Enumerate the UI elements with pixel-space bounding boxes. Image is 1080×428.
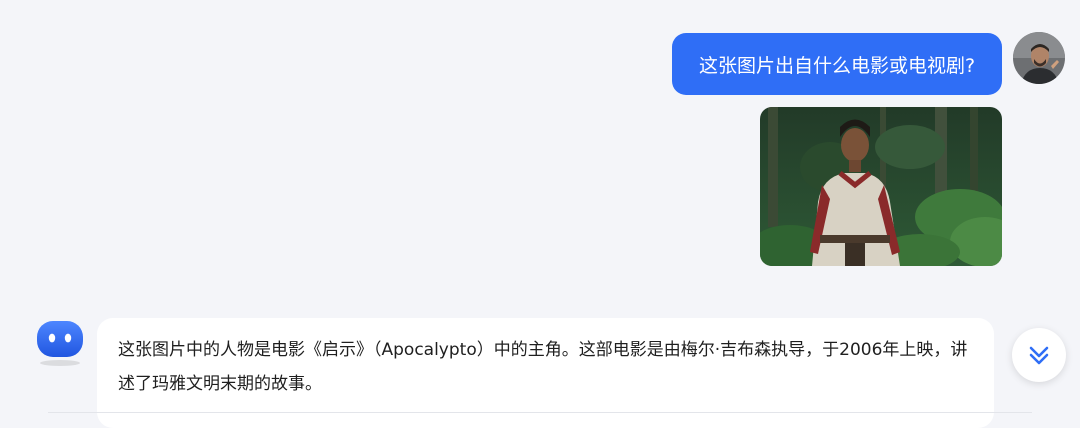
bot-answer-text: 这张图片中的人物是电影《启示》（Apocalypto）中的主角。这部电影是由梅尔…: [118, 340, 968, 394]
footer-divider: [48, 412, 1032, 413]
user-message-bubble: 这张图片出自什么电影或电视剧?: [672, 33, 1002, 95]
scroll-to-bottom-button[interactable]: [1012, 328, 1066, 382]
bot-face-icon: [36, 320, 84, 366]
double-chevron-down-icon: [1029, 346, 1049, 365]
user-avatar[interactable]: [1013, 32, 1065, 84]
user-message-text: 这张图片出自什么电影或电视剧?: [698, 54, 976, 77]
uploaded-image[interactable]: [760, 107, 1002, 266]
